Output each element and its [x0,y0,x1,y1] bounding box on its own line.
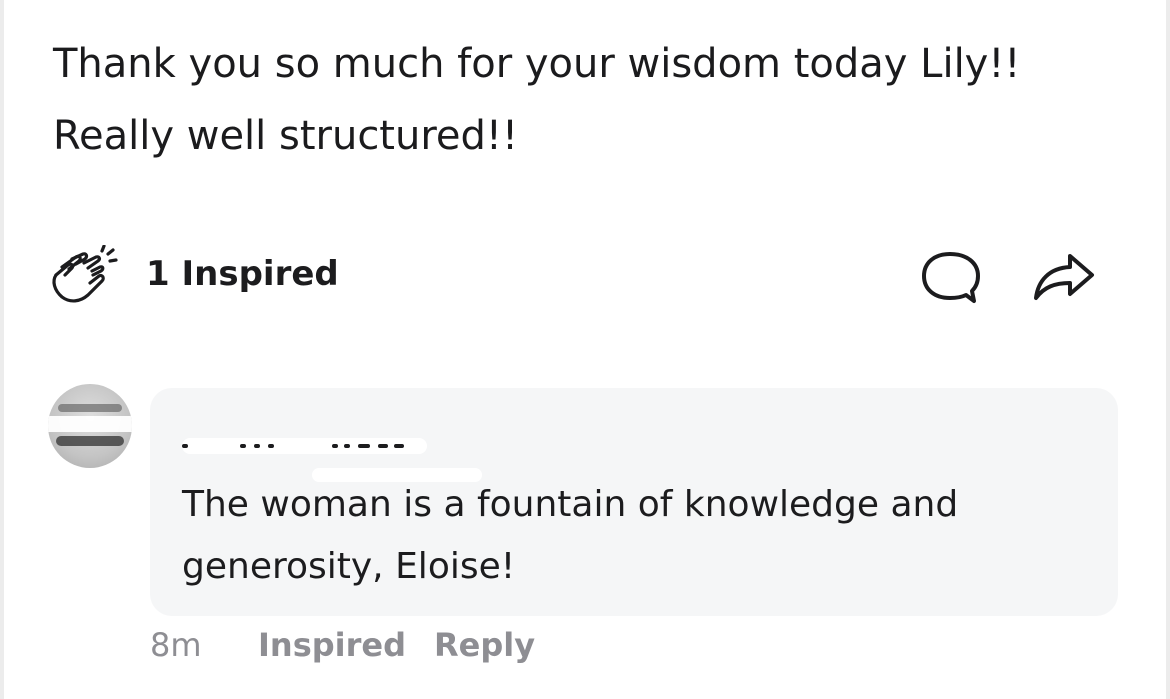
commenter-avatar[interactable] [48,384,132,468]
comment-bubble: The woman is a fountain of knowledge and… [150,388,1118,616]
comment-text-line-1: The woman is a fountain of knowledge and [182,484,959,525]
speech-bubble-icon[interactable] [918,248,982,306]
post-text-line-2: Really well structured!! [53,113,518,159]
post-body: Thank you so much for your wisdom today … [53,28,1133,172]
clapping-hands-icon[interactable] [48,245,120,307]
comment-text-line-2: generosity, Eloise! [182,546,516,587]
post-text-line-1: Thank you so much for your wisdom today … [53,41,1021,87]
comment-author-name-redacted[interactable] [182,424,482,482]
author-name-remnant [182,444,412,454]
share-arrow-icon[interactable] [1030,248,1098,304]
card-right-border [1166,0,1170,699]
reactions-bar: 1 Inspired [48,240,1118,312]
inspired-count[interactable]: 1 Inspired [146,254,339,294]
comment-inspired-button[interactable]: Inspired [258,626,406,664]
post-card: Thank you so much for your wisdom today … [0,0,1170,699]
comment-reply-button[interactable]: Reply [434,626,535,664]
comment-timestamp: 8m [150,626,202,664]
card-left-border [0,0,4,699]
comment-body: The woman is a fountain of knowledge and… [182,474,1082,598]
